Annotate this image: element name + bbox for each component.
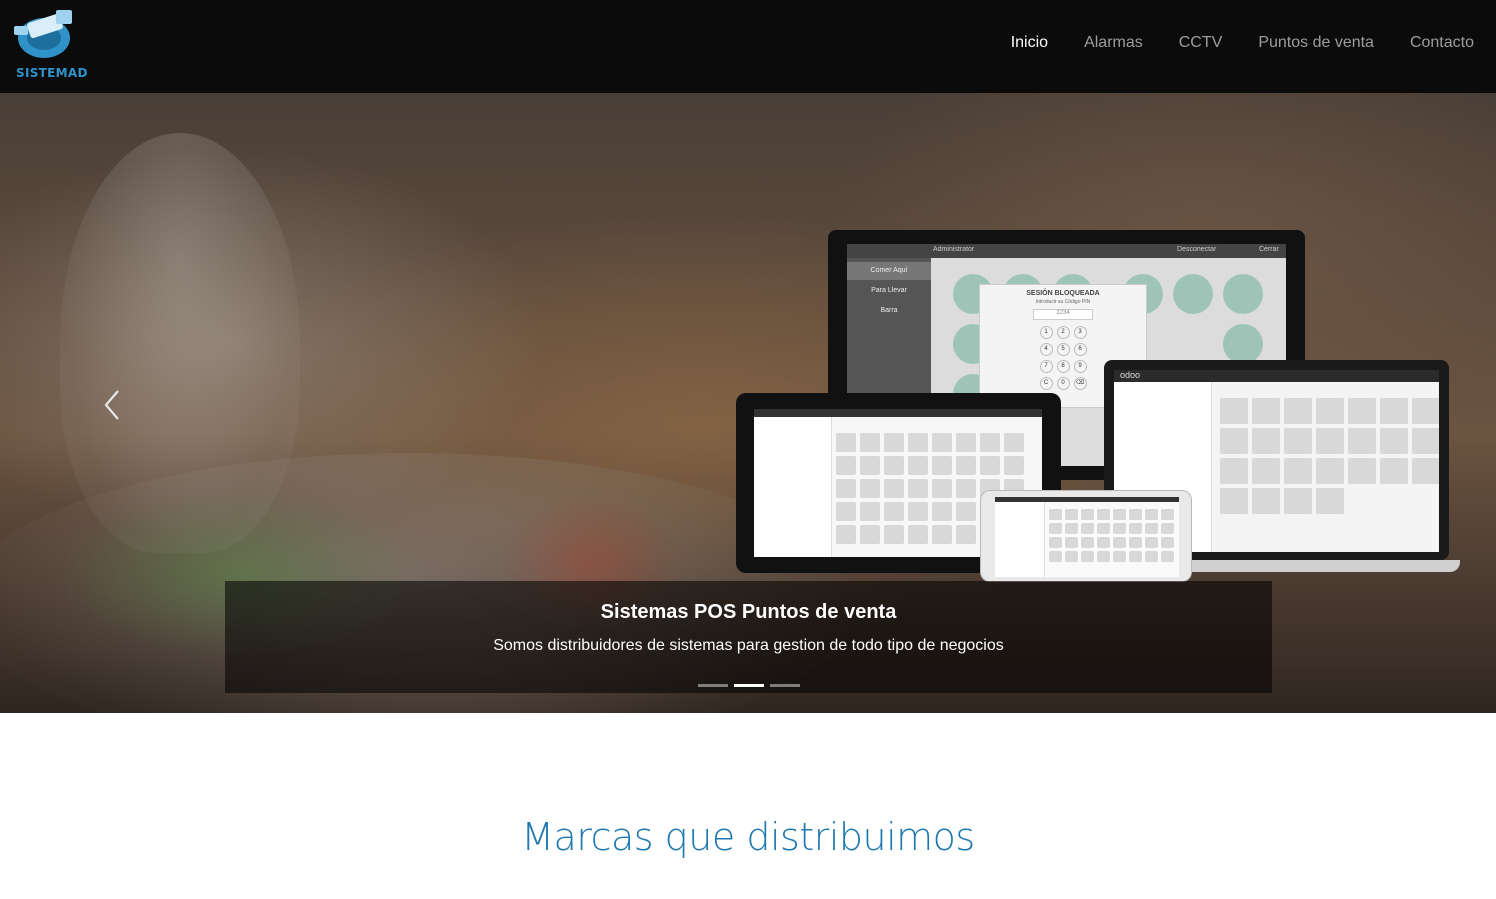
carousel-indicator-2[interactable]: [734, 684, 764, 687]
pin-input: 1234: [1033, 309, 1093, 320]
pos-topbar: Administrator Desconectar Cerrar: [847, 244, 1286, 258]
nav-item-puntos-de-venta[interactable]: Puntos de venta: [1258, 34, 1374, 52]
keypad-key: 7: [1039, 360, 1053, 373]
keypad-key: 1: [1039, 326, 1053, 339]
odoo-logo: odoo: [1120, 370, 1141, 380]
pos-phone-image: [980, 490, 1192, 582]
tablet-order-panel: [754, 417, 832, 557]
logo-text: SISTEMAD: [16, 66, 88, 80]
chevron-left-icon[interactable]: [100, 388, 124, 422]
carousel-indicators: [698, 684, 806, 687]
carousel-indicator-1[interactable]: [698, 684, 728, 687]
keypad-key: 5: [1056, 343, 1070, 356]
pos-user-label: Administrator: [933, 246, 975, 253]
keypad-key: 9: [1073, 360, 1087, 373]
keypad-key: C: [1039, 377, 1053, 390]
pos-disconnect-label: Desconectar: [1177, 246, 1217, 253]
hero-carousel: Administrator Desconectar Cerrar Comer A…: [0, 93, 1496, 713]
keypad-key: 3: [1073, 326, 1087, 339]
sistemad-logo[interactable]: SISTEMAD: [12, 8, 88, 84]
keypad-key: ⌫: [1073, 377, 1087, 390]
site-header: SISTEMAD Inicio Alarmas CCTV Puntos de v…: [0, 0, 1496, 93]
lock-subtitle: Introducir su Código PIN: [1035, 299, 1091, 305]
nav-item-contacto[interactable]: Contacto: [1410, 34, 1474, 52]
lock-title: SESIÓN BLOQUEADA: [1026, 290, 1100, 297]
carousel-caption: Sistemas POS Puntos de venta Somos distr…: [225, 581, 1272, 693]
pos-menu-item: Para Llevar: [871, 287, 907, 294]
nav-item-cctv[interactable]: CCTV: [1179, 34, 1223, 52]
caption-title: Sistemas POS Puntos de venta: [600, 601, 897, 623]
carousel-indicator-3[interactable]: [770, 684, 800, 687]
pos-menu-item: Comer Aquí: [847, 262, 931, 280]
laptop-topbar: odoo: [1114, 370, 1439, 382]
nav-item-alarmas[interactable]: Alarmas: [1084, 34, 1143, 52]
phone-product-grid: [1049, 509, 1174, 562]
keypad-key: 6: [1073, 343, 1087, 356]
laptop-product-grid: [1220, 398, 1439, 514]
caption-text: Somos distribuidores de sistemas para ge…: [493, 637, 1004, 654]
camera-logo-icon: [14, 10, 72, 58]
keypad-key: 2: [1056, 326, 1070, 339]
keypad-key: 8: [1056, 360, 1070, 373]
pin-keypad: 1 2 3 4 5 6 7 8 9 C 0 ⌫: [1039, 326, 1087, 390]
nav-item-inicio[interactable]: Inicio: [1011, 34, 1048, 52]
brands-section-title: Marcas que distribuimos: [521, 815, 975, 859]
pos-close-label: Cerrar: [1259, 246, 1279, 253]
hero-background-glass: [60, 133, 300, 553]
keypad-key: 0: [1056, 377, 1070, 390]
keypad-key: 4: [1039, 343, 1053, 356]
pos-menu-item: Barra: [880, 307, 898, 314]
main-nav: Inicio Alarmas CCTV Puntos de venta Cont…: [975, 34, 1474, 52]
